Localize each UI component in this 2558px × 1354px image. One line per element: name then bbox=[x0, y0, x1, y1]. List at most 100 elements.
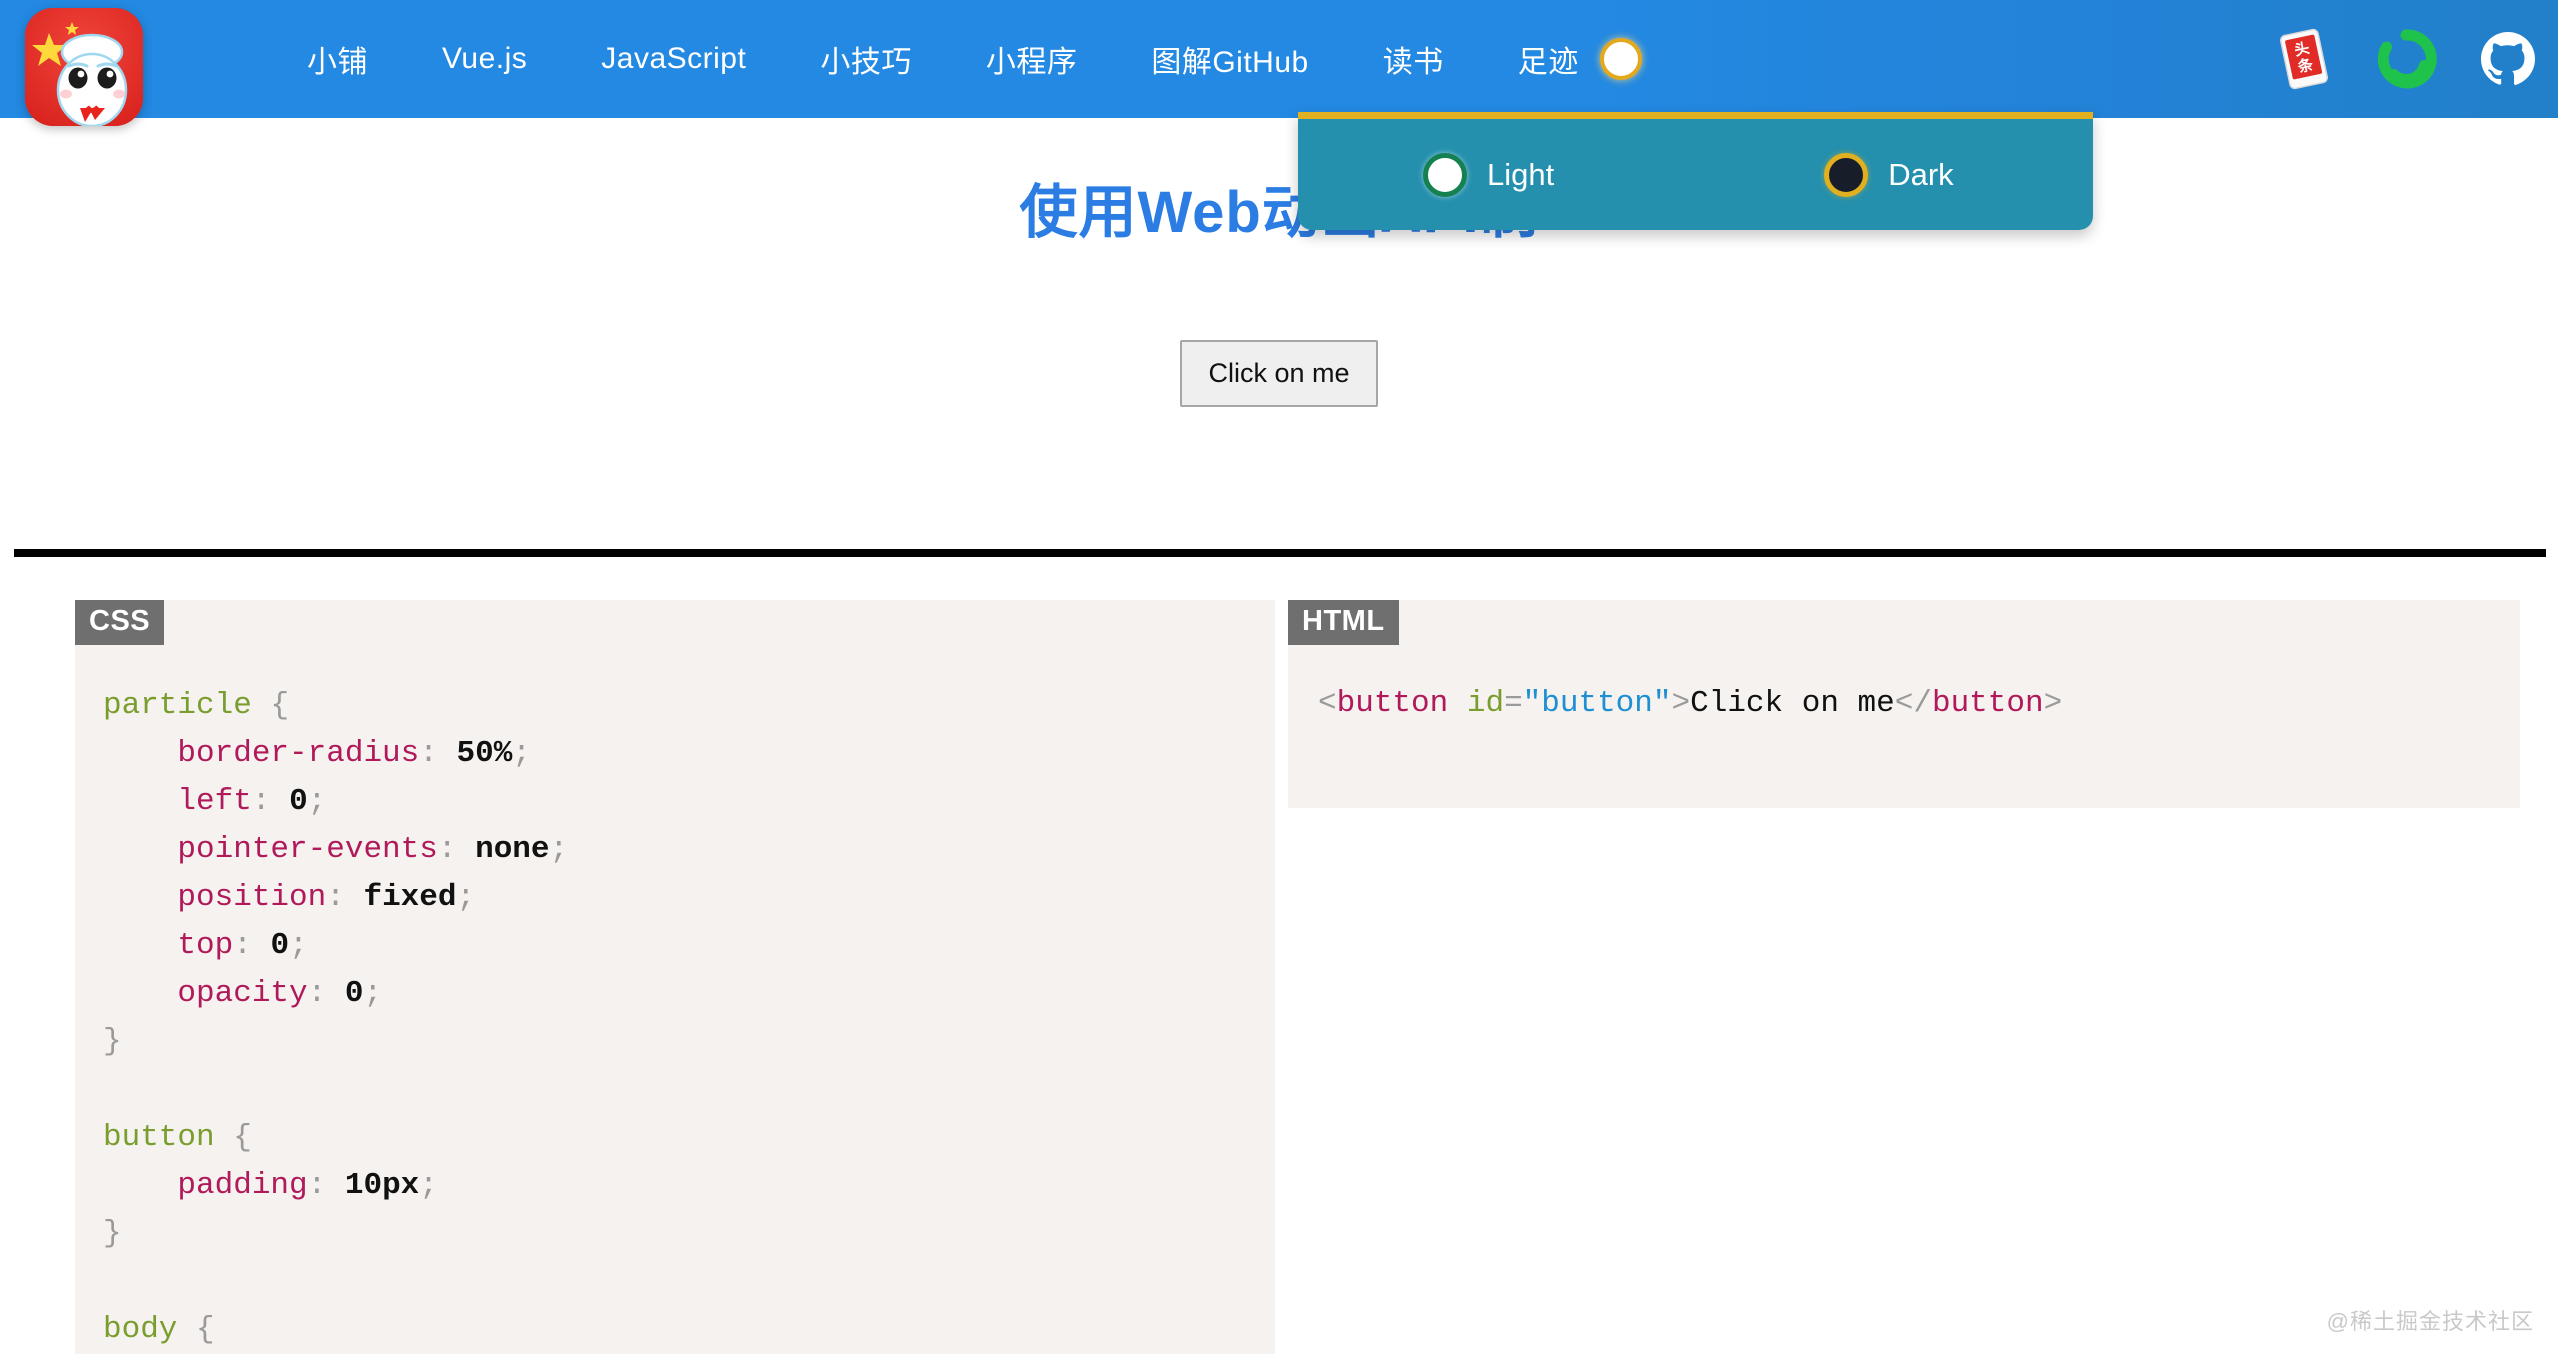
code-token: ; bbox=[307, 784, 327, 819]
code-token: Click on me bbox=[1690, 686, 1895, 721]
code-token: 0 bbox=[289, 784, 308, 819]
code-token: 10px bbox=[344, 1168, 420, 1203]
section-divider bbox=[14, 549, 2546, 557]
toutiao-icon[interactable]: 头 条 bbox=[2272, 27, 2336, 91]
code-line: body { bbox=[103, 1306, 1265, 1354]
nav-link-6[interactable]: 读书 bbox=[1346, 37, 1481, 81]
code-token: left bbox=[177, 784, 252, 819]
code-line: } bbox=[103, 1210, 1265, 1258]
click-on-me-button[interactable]: Click on me bbox=[1180, 340, 1378, 407]
nav-link-1[interactable]: Vue.js bbox=[405, 42, 564, 76]
code-token: { bbox=[270, 688, 290, 723]
theme-toggle-circle[interactable] bbox=[1600, 38, 1642, 80]
theme-option-light[interactable]: Light bbox=[1423, 152, 1555, 197]
code-token: < bbox=[1318, 686, 1337, 721]
code-token: </ bbox=[1894, 686, 1932, 721]
code-token: > bbox=[1671, 686, 1691, 721]
html-panel-label: HTML bbox=[1288, 600, 1399, 645]
nav-links: 小铺 Vue.js JavaScript 小技巧 小程序 图解GitHub 读书 足迹 bbox=[270, 0, 1616, 118]
nav-link-5[interactable]: 图解GitHub bbox=[1114, 37, 1345, 81]
code-token: none bbox=[475, 832, 550, 867]
code-token: button bbox=[1931, 686, 2044, 721]
code-token: { bbox=[233, 1120, 252, 1155]
code-token: } bbox=[103, 1216, 122, 1251]
code-line: left: 0; bbox=[103, 778, 1265, 826]
code-line: position: fixed; bbox=[103, 874, 1265, 922]
code-line bbox=[103, 1258, 1265, 1306]
code-token: { bbox=[196, 1312, 215, 1347]
code-token: ; bbox=[456, 880, 476, 915]
theme-option-dark[interactable]: Dark bbox=[1824, 152, 1954, 197]
top-navbar: 小铺 Vue.js JavaScript 小技巧 小程序 图解GitHub 读书 足迹 头 条 bbox=[0, 0, 2558, 118]
code-token: ; bbox=[512, 736, 531, 771]
code-line: padding: 10px; bbox=[103, 1162, 1265, 1210]
code-line: <button id="button">Click on me</button> bbox=[1318, 680, 2510, 728]
light-swatch-icon bbox=[1423, 152, 1467, 197]
html-code-panel: HTML <button id="button">Click on me</bu… bbox=[1288, 600, 2520, 808]
theme-option-dark-label: Dark bbox=[1888, 156, 1954, 192]
code-token: padding bbox=[177, 1168, 308, 1203]
code-token: = bbox=[1504, 686, 1523, 721]
code-token: ; bbox=[363, 976, 383, 1011]
nav-link-3[interactable]: 小技巧 bbox=[783, 37, 949, 81]
code-token: 0 bbox=[270, 928, 290, 963]
code-panels: CSS particle { border-radius: 50%; left:… bbox=[0, 600, 2558, 1354]
code-token: ; bbox=[419, 1168, 438, 1203]
code-token: particle bbox=[103, 688, 252, 723]
nav-link-7[interactable]: 足迹 bbox=[1481, 37, 1616, 81]
html-code-body[interactable]: <button id="button">Click on me</button> bbox=[1318, 680, 2510, 728]
code-token: body bbox=[103, 1312, 178, 1347]
nav-link-0[interactable]: 小铺 bbox=[270, 37, 405, 81]
nav-link-4[interactable]: 小程序 bbox=[949, 37, 1115, 81]
code-line: } bbox=[103, 1018, 1265, 1066]
nav-link-2[interactable]: JavaScript bbox=[564, 42, 783, 76]
nav-icon-group: 头 条 bbox=[2272, 0, 2540, 118]
code-line: pointer-events: none; bbox=[103, 826, 1265, 874]
code-token: : bbox=[437, 832, 476, 867]
css-code-body[interactable]: particle { border-radius: 50%; left: 0; … bbox=[103, 682, 1265, 1354]
theme-option-light-label: Light bbox=[1487, 156, 1555, 192]
site-logo-avatar[interactable] bbox=[25, 8, 143, 126]
watermark: @稀土掘金技术社区 bbox=[2326, 1309, 2534, 1334]
github-icon[interactable] bbox=[2476, 27, 2540, 91]
demo-area: Click on me bbox=[0, 340, 2558, 450]
code-token: > bbox=[2043, 686, 2063, 721]
code-line bbox=[103, 1066, 1265, 1114]
code-token: button bbox=[103, 1120, 215, 1155]
code-token: pointer-events bbox=[177, 832, 438, 867]
code-token: } bbox=[103, 1024, 122, 1059]
code-token: fixed bbox=[363, 880, 457, 915]
code-token: ; bbox=[289, 928, 308, 963]
code-token: : bbox=[326, 880, 364, 915]
code-token: 50% bbox=[456, 736, 513, 771]
dark-swatch-icon bbox=[1824, 152, 1869, 197]
code-token: : bbox=[307, 976, 345, 1011]
code-line: border-radius: 50%; bbox=[103, 730, 1265, 778]
code-token: opacity bbox=[177, 976, 308, 1011]
code-token: top bbox=[177, 928, 234, 963]
code-token: : bbox=[419, 736, 457, 771]
code-token: button bbox=[1336, 686, 1449, 721]
code-token: border-radius bbox=[177, 736, 420, 771]
code-token: "button" bbox=[1522, 686, 1672, 721]
code-token: : bbox=[307, 1168, 345, 1203]
page-root: 小铺 Vue.js JavaScript 小技巧 小程序 图解GitHub 读书 足迹 头 条 bbox=[0, 0, 2558, 1354]
juejin-icon[interactable] bbox=[2374, 27, 2438, 91]
code-line: particle { bbox=[103, 682, 1265, 730]
code-token: position bbox=[177, 880, 327, 915]
code-token: ; bbox=[549, 832, 569, 867]
css-code-panel: CSS particle { border-radius: 50%; left:… bbox=[75, 600, 1275, 1354]
code-token: : bbox=[233, 928, 271, 963]
code-line: top: 0; bbox=[103, 922, 1265, 970]
